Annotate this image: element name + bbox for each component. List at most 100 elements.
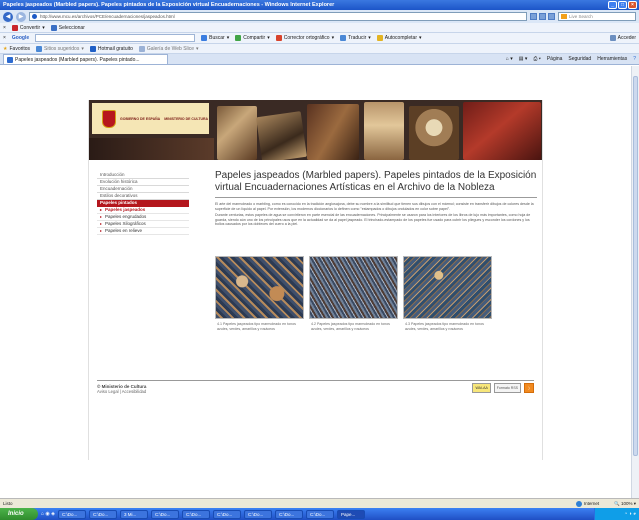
sidebar-item-estilos[interactable]: Estilos decorativos	[97, 193, 189, 200]
suggested-sites-link[interactable]: Sitios sugeridos ▾	[36, 45, 84, 52]
intro-paragraph-1: El arte del marmoleado o marbling, como …	[215, 202, 534, 211]
favorites-label: Favoritos	[9, 45, 31, 52]
spellcheck-icon	[275, 35, 282, 41]
close-toolbar-icon[interactable]: ×	[3, 25, 6, 31]
print-icon[interactable]: ⎙ ▾	[533, 56, 541, 62]
sidebar-item-introduccion[interactable]: Introducción	[97, 172, 189, 179]
sidebar-subitem-relieve[interactable]: Papeles en relieve	[97, 228, 189, 235]
status-text: Listo	[3, 501, 13, 506]
taskbar-item[interactable]: C:\Do...	[58, 509, 87, 519]
sidebar-item-encuadernacion[interactable]: Encuadernación	[97, 186, 189, 193]
page-favicon	[7, 56, 13, 63]
zoom-level[interactable]: 🔍 100% ▾	[614, 501, 636, 507]
gallery-caption-2: 4.2 Papeles jaspeados tipo marmoleado en…	[311, 322, 390, 331]
suggested-sites-label: Sitios sugeridos	[44, 45, 80, 52]
connect-button[interactable]: Acceder	[609, 35, 636, 41]
stop-icon[interactable]	[548, 13, 555, 20]
taskbar-item[interactable]: C:\Do...	[89, 509, 118, 519]
rss-format-link[interactable]: Formato RSS	[493, 383, 521, 393]
select-icon	[50, 24, 57, 31]
forward-button[interactable]: ▶	[16, 11, 26, 22]
gallery-item: 4.1 Papeles jaspeados tipo marmoleado en…	[215, 256, 304, 331]
sidebar-item-evolucion[interactable]: Evolución histórica	[97, 179, 189, 186]
translate-button[interactable]: Traducir ▾	[340, 35, 371, 41]
refresh-icon[interactable]	[539, 13, 546, 20]
taskbar-item[interactable]: C:\Do...	[306, 509, 335, 519]
sidebar-subitem-engrudados[interactable]: Papeles engrudados	[97, 214, 189, 221]
taskbar-item[interactable]: C:\Do...	[151, 509, 180, 519]
safety-menu[interactable]: Seguridad	[568, 56, 591, 62]
sidebar-subitem-jaspeados[interactable]: Papeles jaspeados	[97, 207, 189, 214]
quick-launch-icons[interactable]: ⌂ ◉ ◈	[41, 511, 55, 517]
page-menu[interactable]: Página	[547, 56, 563, 62]
autofill-label: Autocompletar	[384, 35, 417, 41]
taskbar-item[interactable]: 3 Mi...	[120, 509, 149, 519]
taskbar-item[interactable]: C:\Do...	[275, 509, 304, 519]
marbled-paper-image-1[interactable]	[215, 256, 304, 319]
convert-button[interactable]: Convertir ▾	[11, 24, 45, 31]
coat-of-arms-icon	[102, 109, 116, 128]
header-banner: GOBIERNO DE ESPAÑA MINISTERIO DE CULTURA	[89, 100, 542, 160]
home-icon[interactable]: ⌂ ▾	[506, 56, 513, 62]
taskbar-item[interactable]: C:\Do...	[244, 509, 273, 519]
sidebar-item-papeles-pintados[interactable]: Papeles pintados	[97, 200, 189, 207]
book-image-3	[307, 104, 359, 160]
book-image-1	[217, 106, 257, 160]
tools-menu[interactable]: Herramientas	[597, 56, 627, 62]
google-search-button[interactable]: Buscar ▾	[201, 35, 229, 41]
select-button[interactable]: Seleccionar	[50, 24, 85, 31]
minimize-button[interactable]: _	[608, 1, 617, 9]
back-button[interactable]: ◀	[3, 11, 13, 22]
hotmail-link[interactable]: Hotmail gratuito	[89, 45, 133, 52]
book-image-2	[256, 111, 307, 160]
tab-active[interactable]: Papeles jaspeados (Marbled papers). Pape…	[3, 54, 168, 64]
tab-label: Papeles jaspeados (Marbled papers). Pape…	[15, 56, 140, 63]
suggested-sites-icon	[36, 45, 43, 52]
book-image-6	[463, 102, 541, 160]
vertical-scrollbar[interactable]	[631, 66, 639, 498]
footer-links[interactable]: Aviso Legal | Accesibilidad	[97, 389, 534, 394]
system-tray[interactable]: ◔ ◑ ◕	[594, 508, 639, 520]
spellcheck-label: Corrector ortográfico	[283, 35, 330, 41]
gallery-item: 4.3 Papeles jaspeados tipo marmoleado en…	[403, 256, 492, 331]
maximize-button[interactable]: □	[618, 1, 627, 9]
google-search-input[interactable]	[35, 34, 196, 42]
sidebar-subitem-xilograficos[interactable]: Papeles Xilográficos	[97, 221, 189, 228]
star-icon: ★	[3, 45, 8, 52]
search-icon	[201, 35, 208, 41]
wai-badge[interactable]: WAI-AA	[472, 383, 491, 393]
url-field[interactable]: http://www.mcu.es/archivos/PCE/encuadern…	[29, 12, 527, 21]
security-zone[interactable]: Internet	[575, 500, 599, 507]
taskbar-item-active[interactable]: Pape...	[337, 509, 366, 519]
feeds-icon[interactable]: ▤ ▾	[519, 56, 528, 62]
connect-label: Acceder	[617, 35, 636, 41]
share-button[interactable]: Compartir ▾	[235, 35, 270, 41]
taskbar-item[interactable]: C:\Do...	[213, 509, 242, 519]
user-icon	[609, 35, 616, 41]
spellcheck-button[interactable]: Corrector ortográfico ▾	[275, 35, 334, 41]
help-icon[interactable]: ?	[633, 56, 636, 62]
marbled-paper-image-3[interactable]	[403, 256, 492, 319]
live-search-input[interactable]: Live Search	[558, 12, 636, 21]
start-button[interactable]: Inicio	[0, 508, 38, 520]
ministry-logo[interactable]: GOBIERNO DE ESPAÑA MINISTERIO DE CULTURA	[92, 103, 209, 134]
close-google-toolbar-icon[interactable]: ×	[3, 35, 6, 41]
tab-row: Papeles jaspeados (Marbled papers). Pape…	[0, 54, 639, 65]
marbled-paper-image-2[interactable]	[309, 256, 398, 319]
window-title: Papeles jaspeados (Marbled papers). Pape…	[3, 2, 335, 8]
favorites-button[interactable]: ★ Favoritos	[3, 46, 30, 52]
window-titlebar: Papeles jaspeados (Marbled papers). Pape…	[0, 0, 639, 10]
address-row: ◀ ▶ http://www.mcu.es/archivos/PCE/encua…	[0, 10, 639, 23]
scrollbar-thumb[interactable]	[633, 76, 638, 456]
autofill-button[interactable]: Autocompletar ▾	[376, 35, 422, 41]
close-button[interactable]: ×	[628, 1, 637, 9]
web-page: GOBIERNO DE ESPAÑA MINISTERIO DE CULTURA…	[88, 100, 543, 460]
web-slice-link[interactable]: Galería de Web Slice ▾	[138, 45, 199, 52]
taskbar-item[interactable]: C:\Do...	[182, 509, 211, 519]
google-logo: Google	[11, 35, 30, 41]
rss-icon[interactable]: )	[524, 383, 534, 393]
select-label: Seleccionar	[58, 24, 85, 31]
compatibility-icon[interactable]	[530, 13, 537, 20]
google-search-label: Buscar	[209, 35, 225, 41]
globe-icon	[575, 500, 582, 507]
